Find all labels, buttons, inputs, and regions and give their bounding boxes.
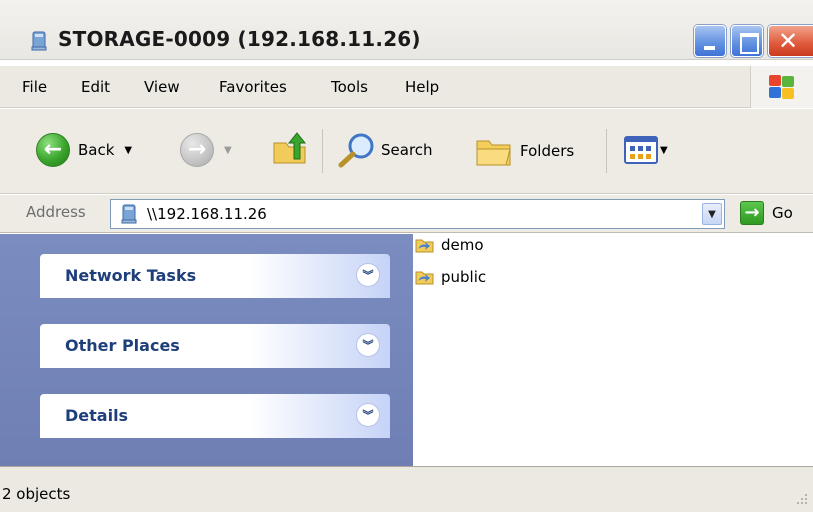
file-list: demo public bbox=[413, 234, 813, 466]
menu-edit[interactable]: Edit bbox=[81, 78, 110, 96]
file-name: demo bbox=[441, 236, 484, 254]
menu-help[interactable]: Help bbox=[405, 78, 439, 96]
up-folder-button[interactable] bbox=[270, 129, 310, 169]
windows-flag-icon bbox=[769, 75, 795, 99]
minimize-button[interactable] bbox=[694, 25, 726, 57]
shared-folder-icon bbox=[415, 239, 434, 253]
address-bar: Address \\192.168.11.26 ▼ → Go bbox=[0, 195, 813, 233]
panel-title: Network Tasks bbox=[65, 266, 197, 285]
toolbar-separator bbox=[606, 129, 607, 173]
network-drive-icon bbox=[31, 31, 47, 51]
back-label: Back bbox=[78, 141, 115, 159]
address-value: \\192.168.11.26 bbox=[147, 205, 267, 223]
toolbar-separator bbox=[322, 129, 323, 173]
views-dropdown-icon[interactable]: ▼ bbox=[660, 145, 668, 156]
file-name: public bbox=[441, 268, 487, 286]
menu-favorites[interactable]: Favorites bbox=[219, 78, 287, 96]
status-text: 2 objects bbox=[2, 485, 71, 503]
menu-view[interactable]: View bbox=[144, 78, 180, 96]
menu-bar: File Edit View Favorites Tools Help bbox=[0, 66, 813, 108]
list-item[interactable]: public bbox=[415, 267, 486, 287]
views-button[interactable]: ▼ bbox=[624, 135, 668, 165]
forward-arrow-icon: → bbox=[180, 133, 214, 167]
go-button[interactable]: → Go bbox=[740, 201, 793, 225]
panel-title: Details bbox=[65, 406, 129, 425]
expand-chevron-icon[interactable]: ︾ bbox=[356, 333, 380, 357]
window-title: STORAGE-0009 (192.168.11.26) bbox=[58, 27, 421, 51]
back-arrow-icon: ← bbox=[36, 133, 70, 167]
expand-chevron-icon[interactable]: ︾ bbox=[356, 263, 380, 287]
status-bar: 2 objects bbox=[0, 466, 813, 512]
address-input[interactable]: \\192.168.11.26 ▼ bbox=[110, 199, 725, 229]
address-dropdown-icon[interactable]: ▼ bbox=[702, 203, 722, 225]
views-icon bbox=[624, 136, 658, 164]
windows-logo bbox=[750, 66, 813, 108]
folders-button[interactable]: Folders bbox=[474, 133, 574, 169]
back-dropdown-icon[interactable]: ▼ bbox=[124, 145, 132, 156]
close-icon: ✕ bbox=[778, 27, 799, 55]
search-label: Search bbox=[381, 141, 433, 159]
menu-file[interactable]: File bbox=[22, 78, 47, 96]
task-pane: Network Tasks ︾ Other Places ︾ Details ︾ bbox=[0, 234, 413, 466]
go-arrow-icon: → bbox=[740, 201, 764, 225]
resize-grip-icon[interactable] bbox=[795, 492, 809, 506]
search-button[interactable]: Search bbox=[337, 131, 433, 169]
panel-details[interactable]: Details ︾ bbox=[40, 394, 390, 438]
title-bar: STORAGE-0009 (192.168.11.26) ✕ bbox=[0, 0, 813, 60]
forward-button[interactable]: → ▼ bbox=[180, 133, 232, 167]
close-button[interactable]: ✕ bbox=[768, 25, 813, 57]
panel-network-tasks[interactable]: Network Tasks ︾ bbox=[40, 254, 390, 298]
menu-tools[interactable]: Tools bbox=[331, 78, 368, 96]
list-item[interactable]: demo bbox=[415, 235, 484, 255]
search-icon bbox=[338, 133, 374, 168]
maximize-button[interactable] bbox=[731, 25, 763, 57]
folders-icon bbox=[476, 140, 511, 166]
go-label: Go bbox=[772, 204, 793, 222]
expand-chevron-icon[interactable]: ︾ bbox=[356, 403, 380, 427]
forward-dropdown-icon[interactable]: ▼ bbox=[224, 145, 232, 156]
back-button[interactable]: ← Back ▼ bbox=[36, 133, 132, 167]
panel-title: Other Places bbox=[65, 336, 180, 355]
shared-folder-icon bbox=[415, 271, 434, 285]
folders-label: Folders bbox=[520, 142, 575, 160]
panel-other-places[interactable]: Other Places ︾ bbox=[40, 324, 390, 368]
network-drive-icon bbox=[121, 204, 137, 224]
toolbar: ← Back ▼ → ▼ Search Folders ▼ bbox=[0, 109, 813, 194]
up-folder-icon bbox=[273, 132, 307, 164]
address-label: Address bbox=[26, 203, 86, 221]
